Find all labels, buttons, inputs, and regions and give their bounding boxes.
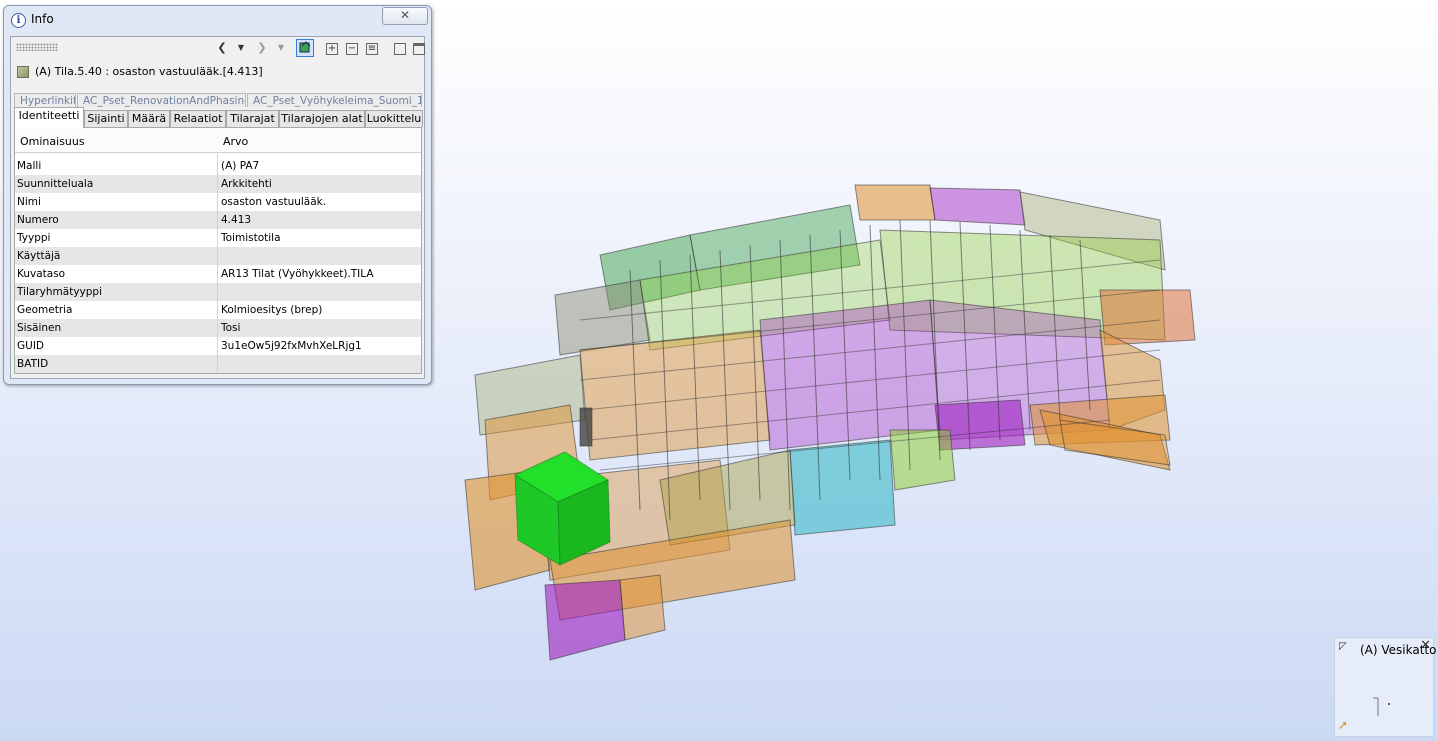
list-icon[interactable]: ≡ [366, 43, 378, 55]
table-row[interactable]: GUID 3u1eOw5j92fxMvhXeLRjg1 [15, 337, 421, 355]
property-key: Tilaryhmätyyppi [17, 286, 102, 298]
dropdown-icon[interactable]: ▼ [276, 40, 286, 56]
space-volume [619, 574, 666, 641]
table-row[interactable]: BATID [15, 355, 421, 373]
space-volume [889, 429, 956, 491]
column-header-arvo[interactable]: Arvo [223, 135, 248, 148]
grid-header: Ominaisuus Arvo [15, 128, 421, 153]
property-value: osaston vastuulääk. [221, 196, 327, 208]
property-key: Tyyppi [17, 232, 51, 244]
maximize-icon[interactable] [413, 43, 425, 55]
table-row[interactable]: Suunnitteluala Arkkitehti [15, 175, 421, 193]
property-value: (A) PA7 [221, 160, 260, 172]
tab-maara[interactable]: Määrä [128, 110, 170, 127]
navigator-minimap [1373, 697, 1390, 716]
close-button[interactable]: ✕ [382, 7, 428, 25]
forward-icon[interactable]: ❯ [256, 40, 268, 56]
property-value: Kolmioesitys (brep) [221, 304, 323, 316]
space-object-icon [17, 66, 29, 78]
property-key: Suunnitteluala [17, 178, 94, 190]
space-volume [929, 187, 1026, 226]
property-value: AR13 Tilat (Vyöhykkeet).TILA [221, 268, 374, 280]
table-row[interactable]: Kuvataso AR13 Tilat (Vyöhykkeet).TILA [15, 265, 421, 283]
highlight-icon[interactable] [296, 39, 314, 57]
info-icon: i [11, 13, 26, 28]
property-key: GUID [17, 340, 45, 352]
property-value: Toimistotila [221, 232, 281, 244]
tab-sijainti[interactable]: Sijainti [84, 110, 128, 127]
dock-icon[interactable] [394, 43, 406, 55]
space-volume [544, 579, 626, 661]
dropdown-icon[interactable]: ▼ [236, 40, 246, 56]
property-key: Nimi [17, 196, 41, 208]
tab-luokittelu[interactable]: Luokittelu [365, 110, 423, 127]
info-toolbar: ❮ ▼ ❯ ▼ + − ≡ [11, 37, 425, 59]
tab-vyohykeleima[interactable]: AC_Pset_Vyöhykeleima_Suomi_16 [247, 93, 422, 107]
navigator-panel[interactable]: ◸ (A) Vesikatto ✕ ➚ [1334, 637, 1436, 737]
property-key: Numero [17, 214, 59, 226]
tab-identiteetti[interactable]: Identiteetti [14, 107, 84, 128]
table-row[interactable]: Malli (A) PA7 [15, 157, 421, 175]
selected-object-label: (A) Tila.5.40 : osaston vastuulääk.[4.41… [35, 65, 263, 78]
expand-all-icon[interactable]: + [326, 43, 338, 55]
collapse-all-icon[interactable]: − [346, 43, 358, 55]
column-divider[interactable] [217, 152, 218, 373]
property-key: Käyttäjä [17, 250, 61, 262]
building-model-3d[interactable] [460, 180, 1220, 680]
tab-row-upper: Hyperlinkit AC_Pset_RenovationAndPhasing… [14, 93, 422, 107]
property-key: Sisäinen [17, 322, 62, 334]
table-row[interactable]: Tyyppi Toimistotila [15, 229, 421, 247]
toolbar-grip[interactable] [16, 43, 58, 51]
table-row[interactable]: Numero 4.413 [15, 211, 421, 229]
property-key: Geometria [17, 304, 73, 316]
table-row[interactable]: Tilaryhmätyyppi [15, 283, 421, 301]
column-header-ominaisuus[interactable]: Ominaisuus [20, 135, 85, 148]
property-key: Kuvataso [17, 268, 66, 280]
tab-hyperlinkit[interactable]: Hyperlinkit [14, 93, 76, 107]
space-volume [854, 184, 936, 221]
tab-tilarajojen-alat[interactable]: Tilarajojen alat [279, 110, 365, 127]
table-row[interactable]: Käyttäjä [15, 247, 421, 265]
tab-tilarajat[interactable]: Tilarajat [226, 110, 279, 127]
property-value: 3u1eOw5j92fxMvhXeLRjg1 [221, 340, 362, 352]
window-title: Info [31, 12, 54, 26]
tab-renovation-and-phasing[interactable]: AC_Pset_RenovationAndPhasing [77, 93, 246, 107]
back-icon[interactable]: ❮ [216, 40, 228, 56]
tab-relaatiot[interactable]: Relaatiot [170, 110, 226, 127]
property-key: Malli [17, 160, 42, 172]
property-grid: Ominaisuus Arvo Malli (A) PA7 Suunnittelu… [14, 127, 422, 374]
info-window: i Info ✕ ❮ ▼ ❯ ▼ + − ≡ (A) Tila.5.40 : o… [3, 5, 432, 385]
info-panel: ❮ ▼ ❯ ▼ + − ≡ (A) Tila.5.40 : osaston va… [10, 36, 425, 379]
pin-icon[interactable]: ➚ [1338, 718, 1348, 732]
table-row[interactable]: Sisäinen Tosi [15, 319, 421, 337]
property-value: Tosi [221, 322, 241, 334]
space-volume [579, 329, 771, 461]
navigator-close-icon[interactable]: ✕ [1420, 638, 1431, 653]
tab-row-lower: Identiteetti Sijainti Määrä Relaatiot Ti… [14, 107, 423, 128]
resize-corner-icon[interactable]: ◸ [1339, 641, 1347, 652]
shaft-cylinder [579, 407, 593, 447]
info-titlebar[interactable]: i Info ✕ [4, 6, 431, 34]
table-row[interactable]: Nimi osaston vastuulääk. [15, 193, 421, 211]
property-value: Arkkitehti [221, 178, 272, 190]
selection-line: (A) Tila.5.40 : osaston vastuulääk.[4.41… [11, 61, 424, 83]
property-value: 4.413 [221, 214, 252, 226]
table-row[interactable]: Geometria Kolmioesitys (brep) [15, 301, 421, 319]
property-key: BATID [17, 358, 49, 370]
